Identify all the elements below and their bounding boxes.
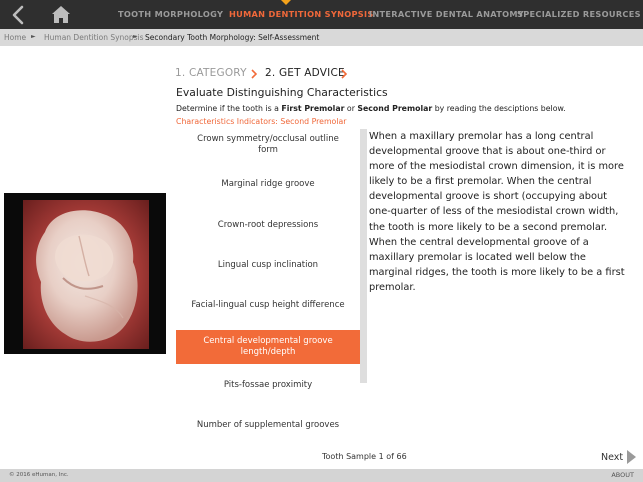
- breadcrumb: Home ► Human Dentition Synopsis ► Second…: [0, 29, 643, 46]
- list-scrollbar[interactable]: [360, 129, 367, 383]
- page-title: Evaluate Distinguishing Characteristics: [176, 86, 388, 99]
- breadcrumb-human-dentition-synopsis[interactable]: Human Dentition Synopsis: [44, 29, 144, 46]
- chevron-right-icon: [341, 69, 348, 79]
- option-second-premolar: Second Premolar: [357, 104, 433, 113]
- characteristic-item-selected[interactable]: Central developmental groove length/dept…: [176, 330, 360, 364]
- characteristic-item[interactable]: Facial-lingual cusp height difference: [176, 289, 360, 323]
- tab-interactive-dental-anatomy[interactable]: INTERACTIVE DENTAL ANATOMY: [369, 0, 524, 29]
- home-icon[interactable]: [50, 4, 72, 26]
- breadcrumb-home[interactable]: Home: [4, 29, 26, 46]
- characteristic-item[interactable]: Pits-fossae proximity: [176, 369, 360, 403]
- tab-specialized-resources[interactable]: SPECIALIZED RESOURCES: [517, 0, 641, 29]
- chevron-left-icon[interactable]: [8, 4, 30, 26]
- chevron-right-icon: [251, 69, 258, 79]
- top-nav-bar: TOOTH MORPHOLOGY HUMAN DENTITION SYNOPSI…: [0, 0, 643, 29]
- about-link[interactable]: ABOUT: [611, 469, 634, 482]
- tab-tooth-morphology[interactable]: TOOTH MORPHOLOGY: [118, 0, 223, 29]
- copyright-text: © 2016 eHuman, Inc.: [9, 472, 69, 478]
- breadcrumb-separator-icon: ►: [133, 33, 138, 40]
- next-button[interactable]: Next: [601, 449, 637, 465]
- step-get-advice[interactable]: 2. GET ADVICE: [265, 67, 345, 79]
- characteristic-item[interactable]: Crown symmetry/occlusal outline form: [176, 128, 360, 162]
- tooth-photo: [4, 193, 166, 354]
- footer-bar: © 2016 eHuman, Inc. ABOUT: [0, 469, 643, 482]
- tooth-image: [23, 200, 149, 349]
- next-label: Next: [601, 451, 624, 463]
- instructions-text: Determine if the tooth is a First Premol…: [176, 104, 566, 113]
- characteristic-item[interactable]: Number of supplemental grooves: [176, 409, 360, 443]
- breadcrumb-current: Secondary Tooth Morphology: Self-Assessm…: [145, 33, 320, 42]
- characteristic-item[interactable]: Marginal ridge groove: [176, 168, 360, 202]
- play-right-icon: [627, 450, 637, 464]
- option-first-premolar: First Premolar: [281, 104, 345, 113]
- characteristic-item[interactable]: Crown-root depressions: [176, 209, 360, 243]
- sample-counter: Tooth Sample 1 of 66: [322, 452, 407, 461]
- step-category[interactable]: 1. CATEGORY: [175, 67, 247, 79]
- characteristic-description: When a maxillary premolar has a long cen…: [369, 131, 625, 293]
- characteristics-list: Crown symmetry/occlusal outline form Mar…: [176, 126, 360, 448]
- breadcrumb-separator-icon: ►: [31, 33, 36, 40]
- indicator-label: Characteristics Indicators: Second Premo…: [176, 117, 347, 126]
- characteristic-item[interactable]: Lingual cusp inclination: [176, 249, 360, 283]
- tab-human-dentition-synopsis[interactable]: HUMAN DENTITION SYNOPSIS: [229, 0, 374, 29]
- app-root: TOOTH MORPHOLOGY HUMAN DENTITION SYNOPSI…: [0, 0, 643, 482]
